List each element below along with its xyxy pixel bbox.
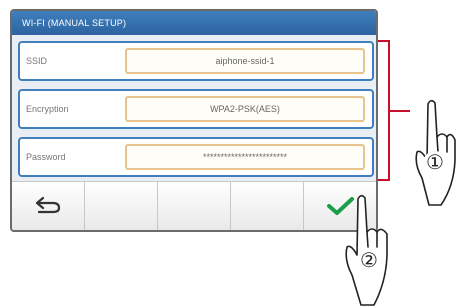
red-bracket (378, 40, 410, 181)
step-1-marker: ① (423, 151, 447, 175)
step-2-marker: ② (357, 249, 381, 273)
callout-overlay (345, 40, 456, 306)
